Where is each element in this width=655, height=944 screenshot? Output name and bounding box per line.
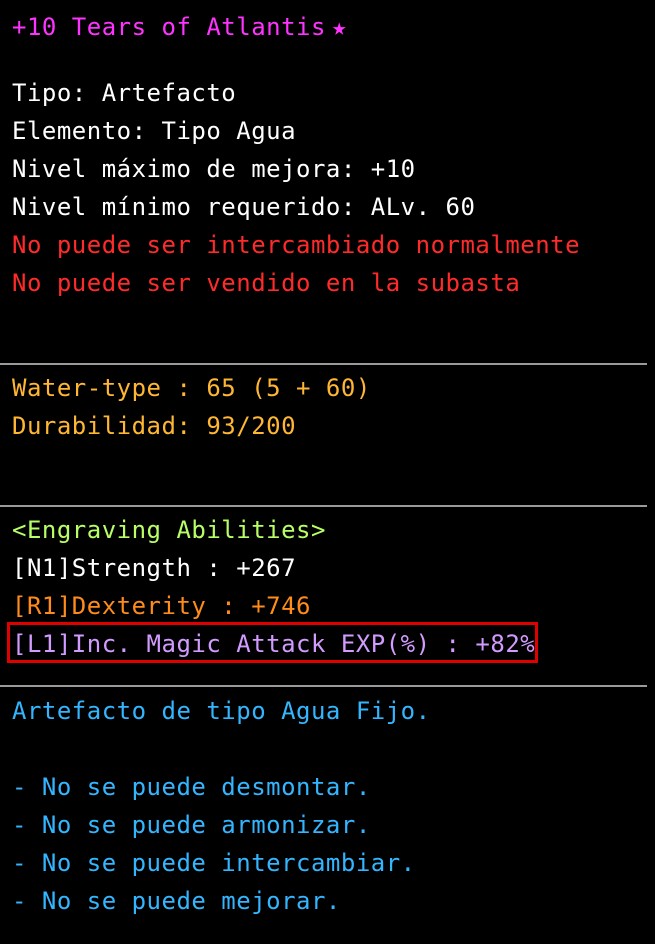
engraving-line-r1: [R1]Dexterity : +746: [12, 592, 311, 620]
stat-element-value: Water-type : 65 (5 + 60): [12, 374, 371, 402]
description-note: - No se puede mejorar.: [12, 887, 341, 915]
item-stats: Water-type : 65 (5 + 60) Durabilidad: 93…: [12, 369, 371, 445]
item-tooltip: +10 Tears of Atlantis ★ Tipo: Artefacto E…: [0, 0, 655, 944]
item-properties: Tipo: Artefacto Elemento: Tipo Agua Nive…: [12, 74, 580, 302]
property-max-upgrade: Nivel máximo de mejora: +10: [12, 155, 416, 183]
stat-durability: Durabilidad: 93/200: [12, 412, 297, 440]
description-note: - No se puede intercambiar.: [12, 849, 416, 877]
highlight-box: [7, 622, 538, 663]
description-section: Artefacto de tipo Agua Fijo. - No se pue…: [12, 692, 431, 920]
description-note: - No se puede desmontar.: [12, 773, 371, 801]
divider: [0, 505, 647, 507]
divider: [0, 685, 647, 687]
star-icon: ★: [331, 13, 347, 41]
item-title: +10 Tears of Atlantis: [12, 13, 326, 41]
engraving-line-n1: [N1]Strength : +267: [12, 554, 297, 582]
property-type: Tipo: Artefacto: [12, 79, 237, 107]
restriction-trade: No puede ser intercambiado normalmente: [12, 231, 581, 259]
item-title-row: +10 Tears of Atlantis ★: [12, 8, 347, 46]
restriction-auction: No puede ser vendido en la subasta: [12, 269, 521, 297]
description-note: - No se puede armonizar.: [12, 811, 371, 839]
divider: [0, 363, 647, 365]
engraving-header: <Engraving Abilities>: [12, 516, 326, 544]
property-element: Elemento: Tipo Agua: [12, 117, 297, 145]
property-min-level: Nivel mínimo requerido: ALv. 60: [12, 193, 476, 221]
description-summary: Artefacto de tipo Agua Fijo.: [12, 697, 431, 725]
